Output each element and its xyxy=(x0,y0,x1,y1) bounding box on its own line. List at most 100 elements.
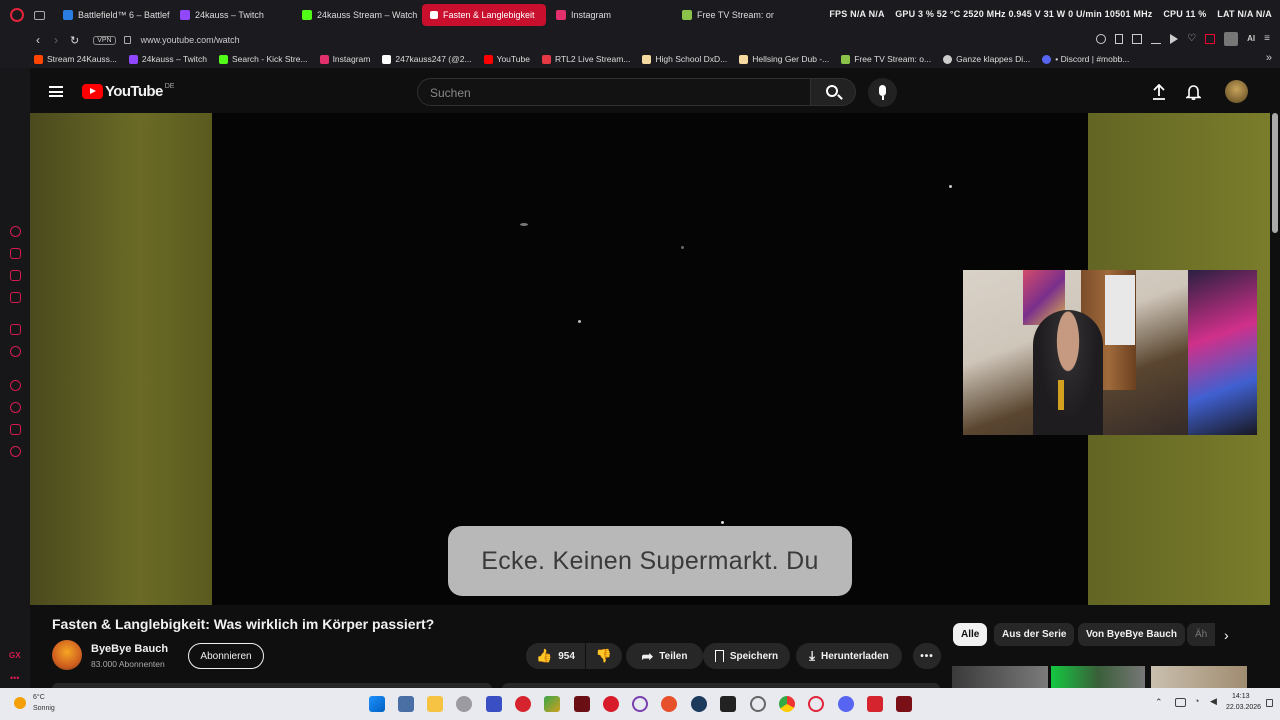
mouse-app-icon[interactable] xyxy=(456,696,472,712)
settings-icon[interactable] xyxy=(10,446,21,457)
search-input[interactable]: Suchen xyxy=(417,78,811,106)
media-app-icon[interactable] xyxy=(896,696,912,712)
gx-icon[interactable]: GX xyxy=(9,651,21,660)
tab-instagram[interactable]: Instagram xyxy=(548,4,672,26)
recommendation-thumbnail[interactable] xyxy=(1051,666,1145,688)
bookmark-youtube[interactable]: YouTube xyxy=(483,54,530,64)
clock-date[interactable]: 22.03.2026 xyxy=(1226,704,1261,711)
zoom-icon[interactable] xyxy=(1096,34,1107,44)
more-actions-button[interactable]: ••• xyxy=(913,643,941,669)
profile-avatar-icon[interactable] xyxy=(1224,32,1239,46)
tray-overflow-icon[interactable]: ⌃ xyxy=(1155,697,1163,708)
network-icon[interactable] xyxy=(1175,698,1186,707)
vivaldi-icon[interactable] xyxy=(515,696,531,712)
voice-search-button[interactable] xyxy=(868,78,897,107)
bookmark-stream[interactable]: Stream 24Kauss... xyxy=(34,54,117,64)
url-field[interactable]: www.youtube.com/watch xyxy=(141,35,240,45)
menu-icon[interactable]: ≡ xyxy=(1264,34,1270,46)
subscribe-button[interactable]: Abonnieren xyxy=(188,643,264,669)
steam-icon[interactable] xyxy=(691,696,707,712)
notification-center-icon[interactable] xyxy=(1266,699,1273,707)
bookmark-kick[interactable]: Search - Kick Stre... xyxy=(218,54,308,64)
windows-start-icon[interactable] xyxy=(369,696,385,712)
settings-gear-icon[interactable] xyxy=(750,696,766,712)
tab-menu-icon[interactable] xyxy=(34,10,45,20)
player-icon[interactable] xyxy=(10,380,21,391)
dislike-button[interactable]: 👎 xyxy=(586,643,622,669)
wifi-icon[interactable]: ◔ xyxy=(1194,696,1199,706)
v-app-icon[interactable] xyxy=(486,696,502,712)
search-button[interactable] xyxy=(810,78,856,106)
red-app-icon[interactable] xyxy=(603,696,619,712)
upload-icon[interactable] xyxy=(1152,84,1166,100)
pin-icon[interactable] xyxy=(1115,34,1124,44)
account-avatar[interactable] xyxy=(1225,80,1248,103)
chips-next-chevron-icon[interactable]: › xyxy=(1224,627,1229,643)
recommendation-thumbnail[interactable] xyxy=(1151,666,1247,688)
chip-series[interactable]: Aus der Serie xyxy=(994,623,1075,646)
reload-icon[interactable]: ↻ xyxy=(70,34,79,47)
share-button[interactable]: ➦ Teilen xyxy=(626,643,703,669)
layers-app-icon[interactable] xyxy=(544,696,560,712)
twitch-sidebar-icon[interactable] xyxy=(10,324,21,335)
ai-icon[interactable]: AI xyxy=(1247,34,1255,46)
clock-time[interactable]: 14:13 xyxy=(1232,693,1250,700)
notifications-bell-icon[interactable] xyxy=(1186,84,1201,100)
bookmark-free-tv[interactable]: Free TV Stream: o... xyxy=(841,54,931,64)
youtube-logo[interactable]: YouTube DE xyxy=(82,83,174,100)
bookmark-discord[interactable]: • Discord | #mobb... xyxy=(1042,54,1129,64)
snapshot-icon[interactable] xyxy=(1132,34,1143,44)
bookmark-rtl2[interactable]: RTL2 Live Stream... xyxy=(541,54,630,64)
recommendation-thumbnail[interactable] xyxy=(952,666,1048,688)
chrome-icon[interactable] xyxy=(779,696,795,712)
page-scrollbar[interactable] xyxy=(1272,113,1278,233)
extensions-icon[interactable] xyxy=(1205,34,1216,44)
save-button[interactable]: Speichern xyxy=(703,643,790,669)
media-app-icon[interactable] xyxy=(574,696,590,712)
discord-taskbar-icon[interactable] xyxy=(838,696,854,712)
bookmark-dxd[interactable]: High School DxD... xyxy=(642,54,727,64)
bookmark-ganze[interactable]: Ganze klappes Di... xyxy=(943,54,1030,64)
file-explorer-icon[interactable] xyxy=(427,696,443,712)
games-icon[interactable] xyxy=(10,248,21,259)
heart-icon[interactable]: ♡ xyxy=(1187,34,1196,46)
back-icon[interactable]: ‹ xyxy=(36,33,40,47)
calculator-icon[interactable] xyxy=(398,696,414,712)
volume-icon[interactable]: ◀ xyxy=(1210,696,1217,707)
weather-description[interactable]: Sonnig xyxy=(33,705,55,712)
chip-similar[interactable]: Äh xyxy=(1187,623,1215,646)
bookmark-hellsing[interactable]: Hellsing Ger Dub -... xyxy=(739,54,829,64)
chip-all[interactable]: Alle xyxy=(953,623,988,646)
hamburger-menu-icon[interactable] xyxy=(49,86,63,97)
channel-avatar[interactable] xyxy=(52,640,82,670)
more-icon[interactable]: ••• xyxy=(10,673,19,683)
target-app-icon[interactable] xyxy=(632,696,648,712)
bookmark-tiktok[interactable]: 247kauss247 (@2... xyxy=(382,54,472,64)
weather-temperature[interactable]: 6°C xyxy=(33,694,45,701)
forward-icon[interactable]: › xyxy=(54,33,58,47)
epic-games-icon[interactable] xyxy=(720,696,736,712)
vpn-badge[interactable]: VPN xyxy=(93,35,116,45)
play-icon[interactable] xyxy=(1170,34,1179,44)
bookmarks-overflow-icon[interactable]: » xyxy=(1266,52,1272,64)
origin-app-icon[interactable] xyxy=(661,696,677,712)
like-button[interactable]: 👍 954 xyxy=(526,643,585,669)
download-button[interactable]: ⤓ Herunterladen xyxy=(796,643,902,669)
tab-free-tv[interactable]: Free TV Stream: online xyxy=(674,4,774,26)
opera-logo-icon[interactable] xyxy=(10,8,24,22)
game-launcher-icon[interactable] xyxy=(867,696,883,712)
aria-icon[interactable] xyxy=(10,226,21,237)
tab-kick[interactable]: 24kauss Stream – Watch L xyxy=(294,4,420,26)
bookmark-instagram[interactable]: Instagram xyxy=(319,54,370,64)
opera-gx-taskbar-icon[interactable] xyxy=(808,696,824,712)
channel-name[interactable]: ByeBye Bauch xyxy=(91,643,168,655)
bookmark-twitch[interactable]: 24kauss – Twitch xyxy=(128,54,207,64)
tab-youtube-active[interactable]: Fasten & Langlebigkeit xyxy=(422,4,546,26)
send-icon[interactable] xyxy=(10,424,21,435)
history-icon[interactable] xyxy=(10,402,21,413)
youtube-music-icon[interactable] xyxy=(10,346,21,357)
tab-twitch[interactable]: 24kauss – Twitch xyxy=(172,4,292,26)
download-icon[interactable] xyxy=(1151,34,1162,44)
chip-channel[interactable]: Von ByeBye Bauch xyxy=(1078,623,1185,646)
weather-sun-icon[interactable] xyxy=(14,697,26,709)
